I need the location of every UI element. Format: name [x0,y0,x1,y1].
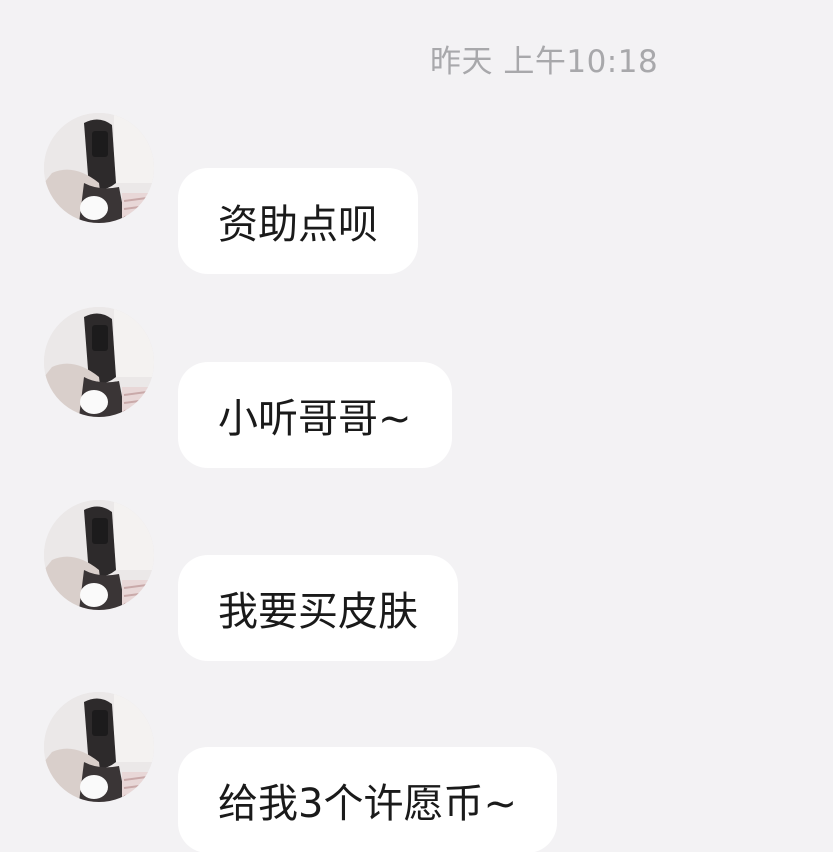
profile-photo-icon [44,307,154,417]
chat-view: 昨天 上午10:18 资助点呗 小听哥哥~ 我要买皮肤 给我3个许愿币~ [0,0,833,852]
message-row: 资助点呗 [0,113,833,274]
message-row: 小听哥哥~ [0,307,833,468]
message-row: 给我3个许愿币~ [0,692,833,852]
message-bubble[interactable]: 小听哥哥~ [178,362,452,468]
message-bubble[interactable]: 资助点呗 [178,168,418,274]
message-timestamp: 昨天 上午10:18 [430,44,659,80]
avatar[interactable] [44,307,154,417]
profile-photo-icon [44,500,154,610]
message-bubble[interactable]: 我要买皮肤 [178,555,458,661]
avatar[interactable] [44,500,154,610]
profile-photo-icon [44,692,154,802]
message-bubble[interactable]: 给我3个许愿币~ [178,747,557,852]
profile-photo-icon [44,113,154,223]
avatar[interactable] [44,113,154,223]
avatar[interactable] [44,692,154,802]
message-row: 我要买皮肤 [0,500,833,661]
